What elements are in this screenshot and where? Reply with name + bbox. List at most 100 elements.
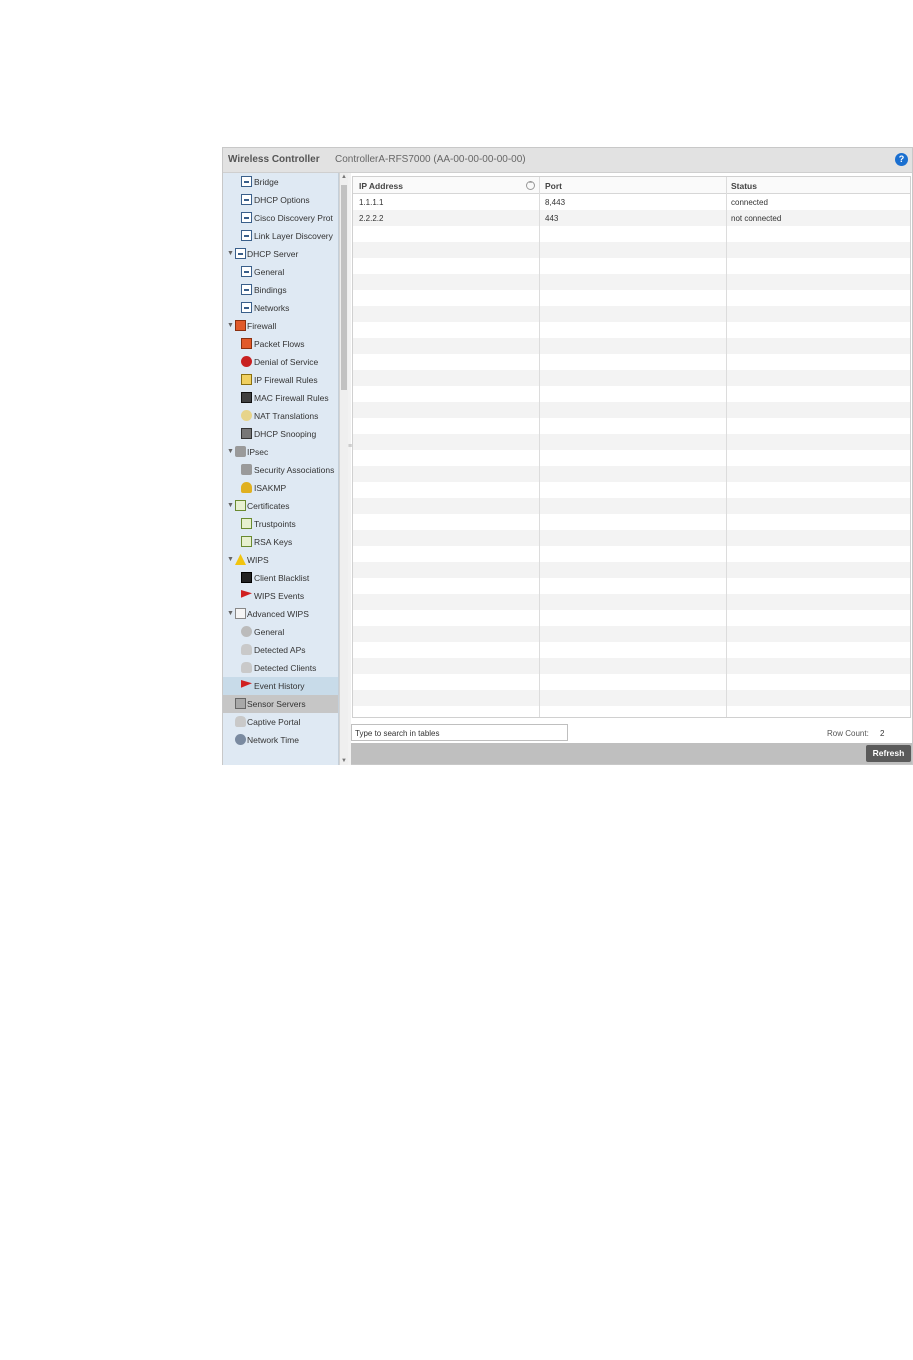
sidebar-item[interactable]: Network Time bbox=[223, 731, 338, 749]
network-icon bbox=[241, 194, 252, 205]
table-row bbox=[353, 434, 910, 450]
sidebar-item[interactable]: ▼ IPsec bbox=[223, 443, 338, 461]
sidebar-item[interactable]: ISAKMP bbox=[223, 479, 338, 497]
sidebar-item[interactable]: DHCP Snooping bbox=[223, 425, 338, 443]
sidebar-item-label: WIPS bbox=[247, 555, 269, 565]
sidebar-item-label: Detected Clients bbox=[254, 663, 317, 673]
sidebar-item-label: IPsec bbox=[247, 447, 269, 457]
blacklist-icon bbox=[241, 572, 252, 583]
sidebar-item-label: Firewall bbox=[247, 321, 277, 331]
scrollbar-thumb[interactable] bbox=[341, 185, 347, 390]
sidebar-item-label: IP Firewall Rules bbox=[254, 375, 318, 385]
network-icon bbox=[235, 248, 246, 259]
sidebar-item[interactable]: Link Layer Discovery bbox=[223, 227, 338, 245]
sidebar-item[interactable]: DHCP Options bbox=[223, 191, 338, 209]
sidebar-item[interactable]: ▼ WIPS bbox=[223, 551, 338, 569]
sidebar-item-label: Network Time bbox=[247, 735, 299, 745]
sidebar-item[interactable]: IP Firewall Rules bbox=[223, 371, 338, 389]
sidebar-item[interactable]: Bridge bbox=[223, 173, 338, 191]
expand-toggle-icon[interactable]: ▼ bbox=[227, 322, 234, 329]
expand-toggle-icon[interactable]: ▼ bbox=[227, 448, 234, 455]
sidebar-item[interactable]: NAT Translations bbox=[223, 407, 338, 425]
sidebar-item[interactable]: General bbox=[223, 263, 338, 281]
table-row bbox=[353, 466, 910, 482]
certificate-icon bbox=[235, 500, 246, 511]
sidebar-item[interactable]: Detected APs bbox=[223, 641, 338, 659]
table-row bbox=[353, 626, 910, 642]
table-row bbox=[353, 578, 910, 594]
network-icon bbox=[241, 302, 252, 313]
expand-toggle-icon[interactable]: ▼ bbox=[227, 556, 234, 563]
sidebar-item[interactable]: Trustpoints bbox=[223, 515, 338, 533]
help-icon[interactable]: ? bbox=[895, 153, 908, 166]
nat-icon bbox=[241, 410, 252, 421]
sidebar-item[interactable]: Client Blacklist bbox=[223, 569, 338, 587]
network-icon bbox=[241, 266, 252, 277]
sidebar-item[interactable]: General bbox=[223, 623, 338, 641]
sidebar-item[interactable]: WIPS Events bbox=[223, 587, 338, 605]
table-cell: 8,443 bbox=[545, 198, 566, 207]
scroll-down-icon[interactable]: ▼ bbox=[340, 758, 348, 764]
sidebar-item[interactable]: ▼ Advanced WIPS bbox=[223, 605, 338, 623]
sidebar-item[interactable]: Cisco Discovery Prot bbox=[223, 209, 338, 227]
sidebar-item[interactable]: RSA Keys bbox=[223, 533, 338, 551]
table-row bbox=[353, 274, 910, 290]
column-divider bbox=[726, 177, 727, 717]
sidebar-item-label: DHCP Options bbox=[254, 195, 310, 205]
table-row bbox=[353, 610, 910, 626]
table-search-input[interactable]: Type to search in tables bbox=[351, 724, 568, 741]
main-panel: 1.1.1.1 8,443 connected 2.2.2.2 443 not conne… bbox=[351, 173, 912, 743]
column-header-status[interactable]: Status bbox=[731, 181, 757, 191]
certificate-icon bbox=[241, 518, 252, 529]
table-row bbox=[353, 258, 910, 274]
sidebar-item[interactable]: MAC Firewall Rules bbox=[223, 389, 338, 407]
table-row bbox=[353, 642, 910, 658]
expand-toggle-icon[interactable]: ▼ bbox=[227, 610, 234, 617]
sidebar-item[interactable]: Networks bbox=[223, 299, 338, 317]
sidebar-item-label: DHCP Server bbox=[247, 249, 299, 259]
column-header-ip-address[interactable]: IP Address bbox=[359, 181, 403, 191]
sidebar-scrollbar[interactable]: ▲ ▼ bbox=[339, 173, 348, 765]
row-count-label: Row Count: bbox=[827, 729, 869, 738]
sidebar-item-label: Detected APs bbox=[254, 645, 306, 655]
sidebar-item[interactable]: Sensor Servers bbox=[223, 695, 338, 713]
table-row bbox=[353, 450, 910, 466]
table-row bbox=[353, 370, 910, 386]
sidebar-item-label: Client Blacklist bbox=[254, 573, 310, 583]
table-row bbox=[353, 242, 910, 258]
table-row[interactable]: 1.1.1.1 8,443 connected bbox=[353, 194, 910, 210]
certificate-icon bbox=[241, 536, 252, 547]
refresh-button[interactable]: Refresh bbox=[866, 745, 911, 762]
sidebar-item[interactable]: Detected Clients bbox=[223, 659, 338, 677]
sidebar-item-label: General bbox=[254, 267, 285, 277]
access-point-icon bbox=[241, 644, 252, 655]
lock-icon bbox=[241, 464, 252, 475]
sidebar-item-label: RSA Keys bbox=[254, 537, 293, 547]
column-header-port[interactable]: Port bbox=[545, 181, 562, 191]
sidebar-item[interactable]: ▼ Certificates bbox=[223, 497, 338, 515]
app-title: Wireless Controller bbox=[228, 154, 320, 165]
table-row[interactable]: 2.2.2.2 443 not connected bbox=[353, 210, 910, 226]
sidebar-item-label: Cisco Discovery Prot bbox=[254, 213, 333, 223]
sidebar-item[interactable]: ▼ Firewall bbox=[223, 317, 338, 335]
sidebar-item[interactable]: Bindings bbox=[223, 281, 338, 299]
sidebar-item[interactable]: Packet Flows bbox=[223, 335, 338, 353]
sort-icon[interactable]: ⌃ bbox=[526, 181, 535, 190]
expand-toggle-icon[interactable]: ▼ bbox=[227, 250, 234, 257]
sidebar-item[interactable]: Event History bbox=[223, 677, 338, 695]
sidebar-item[interactable]: Security Associations bbox=[223, 461, 338, 479]
mac-rules-icon bbox=[241, 392, 252, 403]
action-footer: Refresh bbox=[351, 743, 912, 764]
table-row bbox=[353, 594, 910, 610]
table-row bbox=[353, 546, 910, 562]
sidebar-item[interactable]: Denial of Service bbox=[223, 353, 338, 371]
server-icon bbox=[235, 698, 246, 709]
table-row bbox=[353, 306, 910, 322]
column-divider bbox=[539, 177, 540, 717]
row-count-value: 2 bbox=[880, 729, 885, 738]
sidebar-item-label: WIPS Events bbox=[254, 591, 305, 601]
sidebar-item[interactable]: ▼ DHCP Server bbox=[223, 245, 338, 263]
sidebar-item[interactable]: Captive Portal bbox=[223, 713, 338, 731]
scroll-up-icon[interactable]: ▲ bbox=[340, 174, 348, 180]
expand-toggle-icon[interactable]: ▼ bbox=[227, 502, 234, 509]
